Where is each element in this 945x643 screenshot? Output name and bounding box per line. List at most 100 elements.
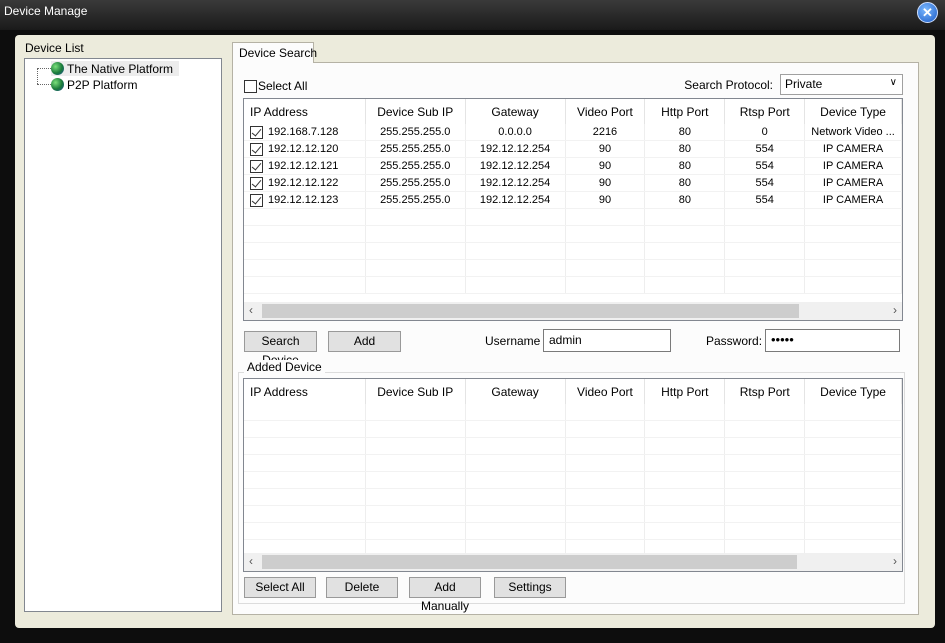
table-row[interactable]: 192.12.12.120 255.255.255.0 192.12.12.254 9… — [244, 141, 902, 158]
table-cell — [645, 260, 726, 276]
tree-item-p2p-platform[interactable]: P2P Platform — [51, 77, 143, 92]
scrollbar-thumb[interactable] — [262, 304, 799, 318]
table-cell — [725, 523, 806, 539]
tree-item-label: The Native Platform — [67, 61, 174, 76]
table-cell: 255.255.255.0 — [366, 192, 466, 208]
table-cell — [566, 226, 646, 242]
title-bar — [0, 0, 945, 30]
scroll-left-icon[interactable]: ‹ — [249, 554, 253, 568]
table-cell: 90 — [566, 175, 646, 191]
select-all-button[interactable]: Select All — [244, 577, 316, 598]
table-cell: 554 — [725, 158, 806, 174]
table-cell — [805, 421, 902, 437]
table-cell — [466, 226, 566, 242]
column-header[interactable]: Gateway — [466, 99, 566, 124]
table-row — [244, 523, 902, 540]
table-row[interactable]: 192.168.7.128 255.255.255.0 0.0.0.0 2216 80 0… — [244, 124, 902, 141]
column-header[interactable]: IP Address — [244, 379, 366, 404]
table-cell: 554 — [725, 141, 806, 157]
select-all-checkbox[interactable]: Select All — [244, 79, 307, 93]
tree-connector — [37, 68, 51, 84]
table-row — [244, 489, 902, 506]
table-cell: 192.12.12.120 — [244, 141, 366, 157]
table-row — [244, 506, 902, 523]
table-cell: 192.12.12.254 — [466, 175, 566, 191]
table-cell — [466, 243, 566, 259]
table-cell — [366, 421, 466, 437]
scroll-right-icon[interactable]: › — [893, 303, 897, 317]
table-cell — [366, 260, 466, 276]
add-button[interactable]: Add — [328, 331, 401, 352]
column-header[interactable]: Device Sub IP — [366, 99, 466, 124]
table-cell — [725, 489, 806, 505]
row-checkbox[interactable] — [250, 159, 263, 173]
column-header[interactable]: Device Type — [805, 379, 902, 404]
table-row[interactable]: 192.12.12.122 255.255.255.0 192.12.12.254 9… — [244, 175, 902, 192]
column-header[interactable]: Rtsp Port — [725, 99, 806, 124]
row-checkbox[interactable] — [250, 125, 263, 139]
row-checkbox[interactable] — [250, 142, 263, 156]
table-cell — [366, 243, 466, 259]
table-cell — [805, 455, 902, 471]
password-input[interactable]: ••••• — [765, 329, 900, 352]
table-cell: 90 — [566, 192, 646, 208]
table-cell — [805, 226, 902, 242]
table-cell: 80 — [645, 141, 726, 157]
delete-button[interactable]: Delete — [326, 577, 398, 598]
table-cell — [805, 472, 902, 488]
close-icon[interactable]: ✕ — [917, 2, 938, 23]
table-cell — [244, 277, 366, 293]
column-header[interactable]: Device Sub IP — [366, 379, 466, 404]
table-row[interactable]: 192.12.12.121 255.255.255.0 192.12.12.254 9… — [244, 158, 902, 175]
horizontal-scrollbar[interactable]: ‹ › — [244, 302, 902, 320]
table-cell: 2216 — [566, 124, 646, 140]
table-row — [244, 455, 902, 472]
column-header[interactable]: Device Type — [805, 99, 902, 124]
settings-button[interactable]: Settings — [494, 577, 566, 598]
row-checkbox[interactable] — [250, 193, 263, 207]
column-header[interactable]: IP Address — [244, 99, 366, 124]
table-cell — [244, 243, 366, 259]
table-cell — [466, 260, 566, 276]
table-row — [244, 438, 902, 455]
scroll-left-icon[interactable]: ‹ — [249, 303, 253, 317]
scrollbar-thumb[interactable] — [262, 555, 797, 569]
scroll-right-icon[interactable]: › — [893, 554, 897, 568]
column-header[interactable]: Rtsp Port — [725, 379, 806, 404]
horizontal-scrollbar[interactable]: ‹ › — [244, 553, 902, 571]
table-cell — [645, 472, 726, 488]
table-cell: IP CAMERA — [805, 175, 902, 191]
tab-device-search[interactable]: Device Search — [232, 42, 317, 63]
table-cell — [366, 489, 466, 505]
column-header[interactable]: Video Port — [566, 99, 646, 124]
table-cell: Network Video ... — [805, 124, 902, 140]
column-header[interactable]: Http Port — [645, 379, 726, 404]
table-cell — [725, 455, 806, 471]
column-header[interactable]: Gateway — [466, 379, 566, 404]
add-manually-button[interactable]: Add Manually — [409, 577, 481, 613]
column-header[interactable]: Http Port — [645, 99, 726, 124]
table-row[interactable]: 192.12.12.123 255.255.255.0 192.12.12.254 9… — [244, 192, 902, 209]
row-checkbox[interactable] — [250, 176, 263, 190]
table-cell — [725, 421, 806, 437]
table-cell — [366, 226, 466, 242]
table-cell — [244, 438, 366, 454]
device-tree[interactable]: The Native Platform P2P Platform — [24, 58, 222, 612]
table-cell: IP CAMERA — [805, 141, 902, 157]
table-cell — [645, 243, 726, 259]
username-label: Username — [485, 334, 541, 348]
table-cell — [645, 209, 726, 225]
table-cell: 90 — [566, 141, 646, 157]
table-cell — [725, 472, 806, 488]
checkbox[interactable] — [244, 79, 257, 93]
column-header[interactable]: Video Port — [566, 379, 646, 404]
globe-icon — [51, 62, 64, 75]
username-input[interactable]: admin — [543, 329, 671, 352]
table-cell: 192.12.12.122 — [244, 175, 366, 191]
search-protocol-select[interactable]: Private ∨ — [780, 74, 903, 95]
table-cell — [366, 438, 466, 454]
table-cell — [244, 523, 366, 539]
table-cell — [244, 472, 366, 488]
tree-item-native-platform[interactable]: The Native Platform — [51, 61, 180, 76]
search-device-button[interactable]: Search Device — [244, 331, 317, 367]
